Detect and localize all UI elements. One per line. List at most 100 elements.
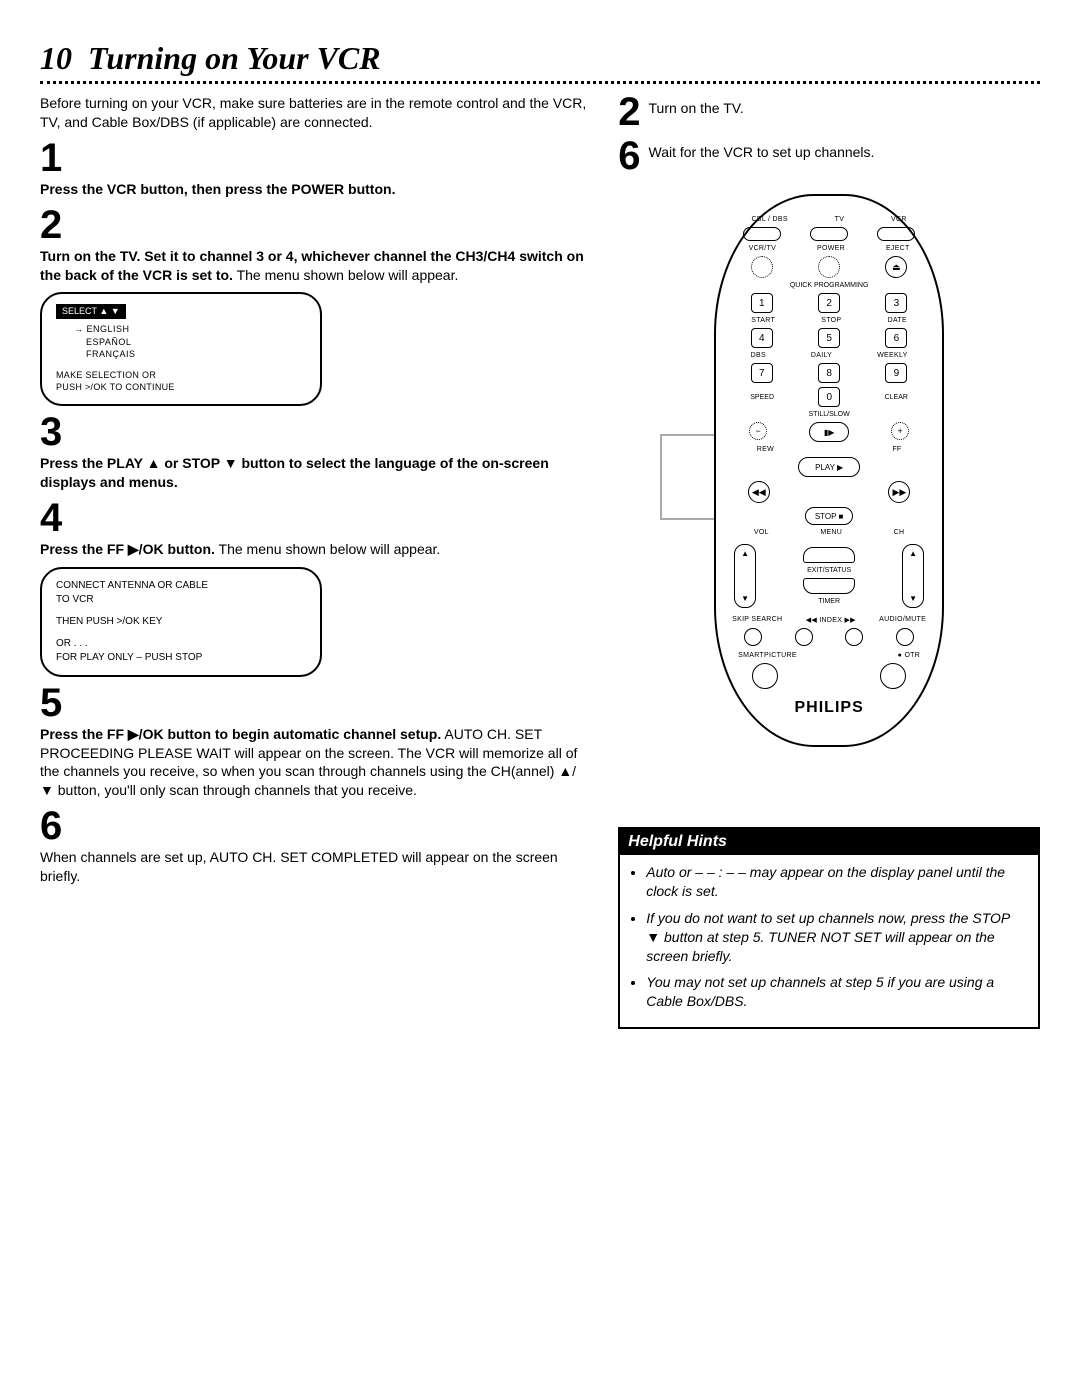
onscreen-menu-2: CONNECT ANTENNA OR CABLE TO VCR THEN PUS… <box>40 567 322 677</box>
skip-button[interactable] <box>744 628 762 646</box>
audio-mute-button[interactable] <box>896 628 914 646</box>
channel-rocker[interactable]: ▲ ▼ <box>902 544 924 608</box>
title-text: Turning on Your VCR <box>88 40 381 76</box>
smartpicture-button[interactable] <box>752 663 778 689</box>
helpful-hints-box: Helpful Hints Auto or – – : – – may appe… <box>618 827 1040 1029</box>
index-rew-icon: ◀◀ <box>806 617 817 624</box>
index-ff-icon: ▶▶ <box>844 617 855 624</box>
label-stop-np: STOP <box>821 317 841 324</box>
ch-down-icon: ▼ <box>909 594 917 603</box>
page-title: 10 Turning on Your VCR <box>40 40 1040 77</box>
onscreen-menu-1: SELECT ▲ ▼ → ENGLISH ESPAÑOL FRANÇAIS MA… <box>40 292 322 406</box>
label-otr: OTR <box>904 652 920 659</box>
screen2-l4: OR . . . <box>56 637 306 651</box>
step-1-bold: Press the VCR button, then press the POW… <box>40 181 395 197</box>
right-step2-num: 2 <box>618 94 640 130</box>
label-skip: SKIP SEARCH <box>732 616 782 624</box>
label-audio: AUDIO/MUTE <box>879 616 926 624</box>
label-tv: TV <box>835 216 845 223</box>
screen1-lang2: ESPAÑOL <box>86 336 306 349</box>
vcrtv-button[interactable] <box>751 256 773 278</box>
right-summary-2: 2 Turn on the TV. <box>618 94 1040 130</box>
label-start: START <box>751 317 775 324</box>
num-0-button[interactable]: 0 <box>818 387 840 407</box>
step-2-tail: The menu shown below will appear. <box>233 267 458 283</box>
label-date: DATE <box>888 317 907 324</box>
title-rule <box>40 81 1040 84</box>
label-rew: REW <box>757 446 774 453</box>
label-weekly: WEEKLY <box>877 352 907 359</box>
ff-button[interactable]: ▶▶ <box>888 481 910 503</box>
screen2-l1: CONNECT ANTENNA OR CABLE <box>56 579 306 593</box>
menu-block: EXIT/STATUS TIMER <box>803 547 855 605</box>
label-exit: EXIT/STATUS <box>807 567 851 574</box>
right-column: 2 Turn on the TV. 6 Wait for the VCR to … <box>618 94 1040 1029</box>
hints-title: Helpful Hints <box>620 829 1038 855</box>
step-4-tail: The menu shown below will appear. <box>215 541 440 557</box>
step-1-text: Press the VCR button, then press the POW… <box>40 180 588 199</box>
screen1-lang1: → ENGLISH <box>74 323 306 336</box>
left-column: Before turning on your VCR, make sure ba… <box>40 94 588 1029</box>
screen2-l2: TO VCR <box>56 593 306 607</box>
screen2-l3: THEN PUSH >/OK KEY <box>56 615 306 629</box>
num-5-button[interactable]: 5 <box>818 328 840 348</box>
index-rew-button[interactable] <box>795 628 813 646</box>
label-menu: MENU <box>820 529 842 536</box>
vcr-button[interactable] <box>877 227 915 241</box>
play-button[interactable]: PLAY ▶ <box>798 457 860 477</box>
label-cbl: CBL / DBS <box>752 216 788 223</box>
page-number: 10 <box>40 40 72 76</box>
num-1-button[interactable]: 1 <box>751 293 773 313</box>
step-3-bold: Press the PLAY ▲ or STOP ▼ button to sel… <box>40 455 549 490</box>
hint-3: You may not set up channels at step 5 if… <box>646 973 1026 1011</box>
rec-icon: ● <box>898 652 903 659</box>
num-6-button[interactable]: 6 <box>885 328 907 348</box>
step-6-text: When channels are set up, AUTO CH. SET C… <box>40 848 588 886</box>
eject-icon: ⏏ <box>892 262 901 273</box>
label-vol: VOL <box>754 529 769 536</box>
cbl-dbs-button[interactable] <box>743 227 781 241</box>
step-2-number: 2 <box>40 205 588 245</box>
step-5-text: Press the FF ▶/OK button to begin automa… <box>40 725 588 801</box>
num-7-button[interactable]: 7 <box>751 363 773 383</box>
hints-body: Auto or – – : – – may appear on the disp… <box>620 855 1038 1027</box>
step-3-text: Press the PLAY ▲ or STOP ▼ button to sel… <box>40 454 588 492</box>
label-ch: CH <box>894 529 905 536</box>
label-eject: EJECT <box>886 245 910 252</box>
num-9-button[interactable]: 9 <box>885 363 907 383</box>
num-8-button[interactable]: 8 <box>818 363 840 383</box>
still-slow-button[interactable]: ▮▶ <box>809 422 849 442</box>
label-clear: CLEAR <box>885 394 908 401</box>
label-ff: FF <box>892 446 901 453</box>
stop-button[interactable]: STOP ■ <box>805 507 853 525</box>
index-ff-button[interactable] <box>845 628 863 646</box>
otr-button[interactable] <box>880 663 906 689</box>
label-speed: SPEED <box>750 394 774 401</box>
vol-down-icon: ▼ <box>741 594 749 603</box>
minus-button[interactable]: − <box>749 422 767 440</box>
label-quick: QUICK PROGRAMMING <box>728 282 930 289</box>
label-vcrtv: VCR/TV <box>749 245 776 252</box>
exit-button[interactable] <box>803 578 855 594</box>
plus-button[interactable]: + <box>891 422 909 440</box>
label-daily: DAILY <box>811 352 832 359</box>
rew-button[interactable]: ◀◀ <box>748 481 770 503</box>
num-4-button[interactable]: 4 <box>751 328 773 348</box>
volume-rocker[interactable]: ▲ ▼ <box>734 544 756 608</box>
step-5-bold: Press the FF ▶/OK button to begin automa… <box>40 726 441 742</box>
tv-button[interactable] <box>810 227 848 241</box>
remote-diagram: 1 3-5 CBL / DBS TV VCR VCR/TV <box>618 194 1040 747</box>
vol-up-icon: ▲ <box>741 549 749 558</box>
num-2-button[interactable]: 2 <box>818 293 840 313</box>
eject-button[interactable]: ⏏ <box>885 256 907 278</box>
num-3-button[interactable]: 3 <box>885 293 907 313</box>
power-button[interactable] <box>818 256 840 278</box>
step-3-number: 3 <box>40 412 588 452</box>
label-power: POWER <box>817 245 845 252</box>
right-summary-6: 6 Wait for the VCR to set up channels. <box>618 138 1040 174</box>
menu-button[interactable] <box>803 547 855 563</box>
hint-2: If you do not want to set up channels no… <box>646 909 1026 966</box>
label-dbs: DBS <box>751 352 766 359</box>
step-1-number: 1 <box>40 138 588 178</box>
step-4-number: 4 <box>40 498 588 538</box>
